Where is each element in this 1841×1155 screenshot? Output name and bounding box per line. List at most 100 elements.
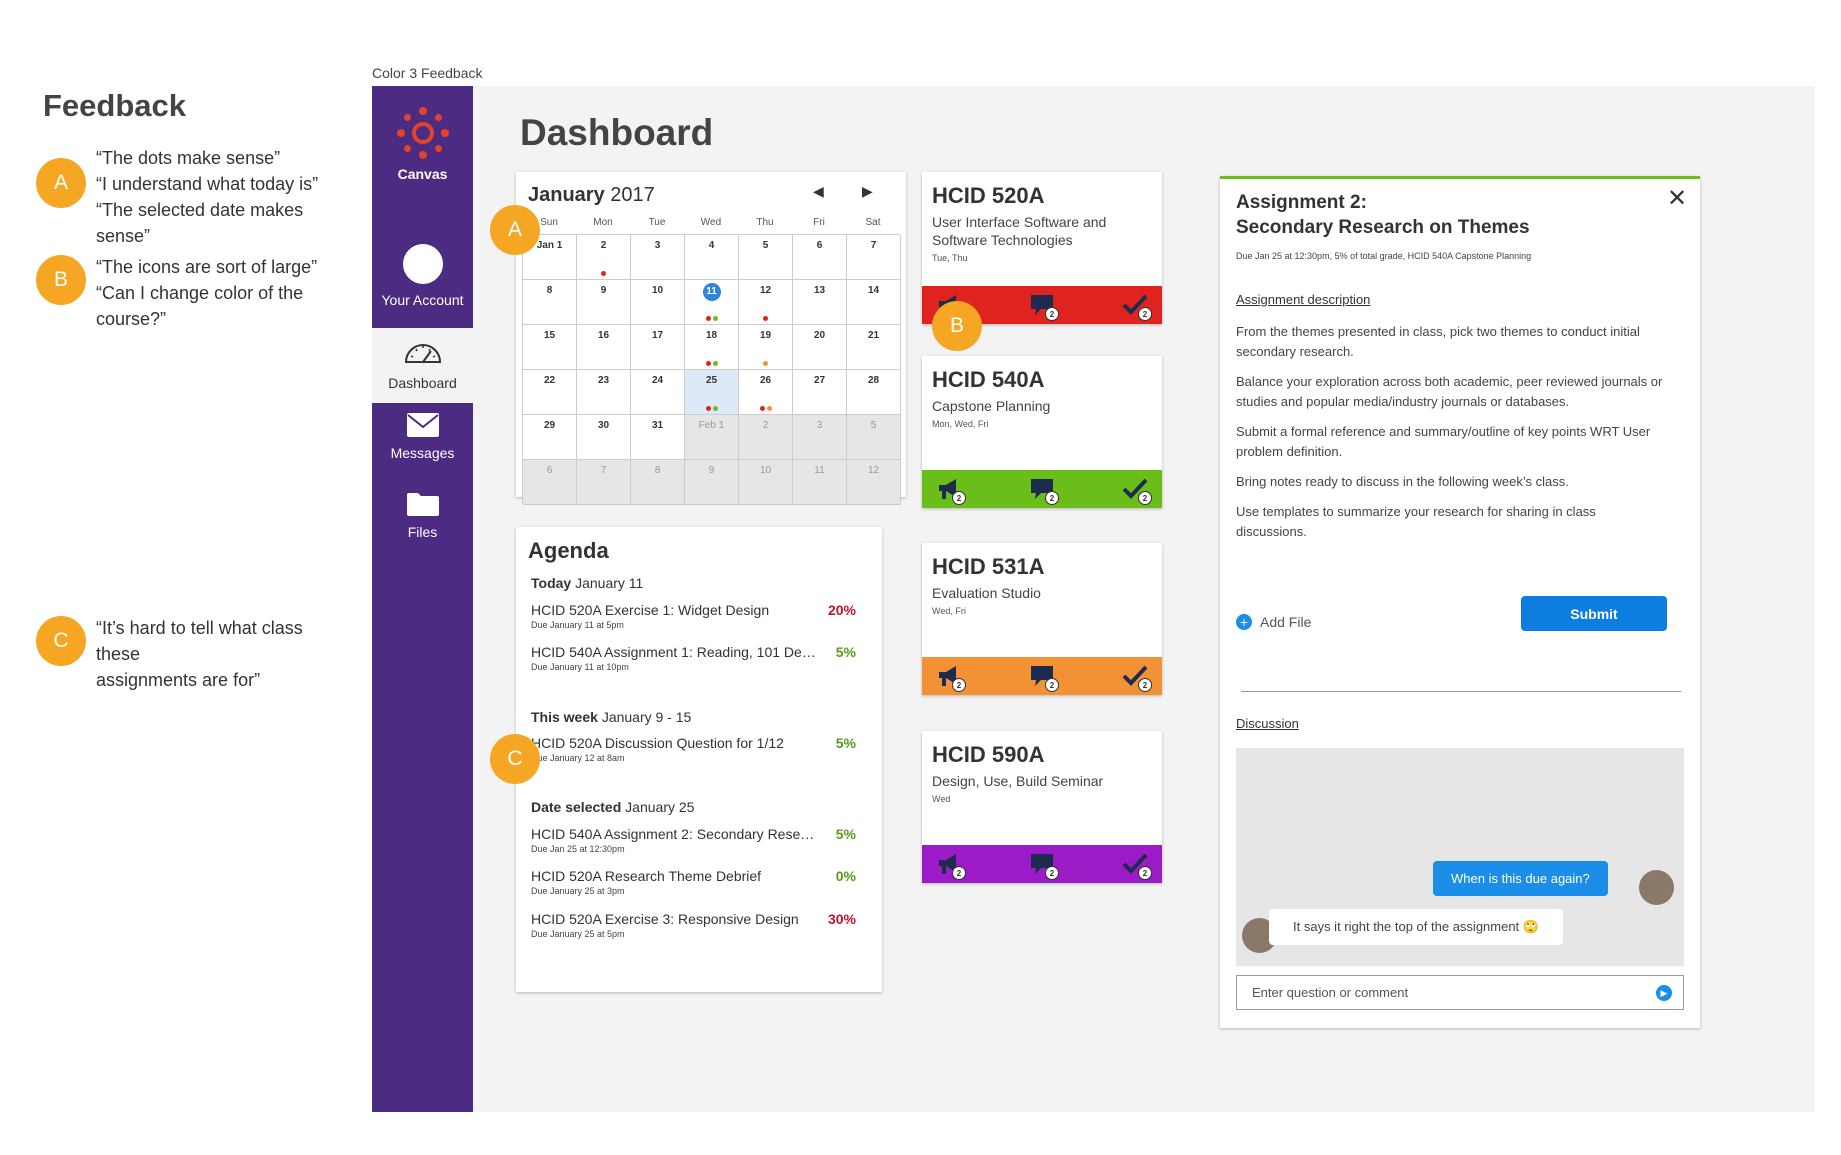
assignment-description: From the themes presented in class, pick…: [1236, 324, 1663, 539]
canvas-logo-label: Canvas: [397, 166, 448, 182]
event-dot: [763, 316, 768, 321]
course-code: HCID 531A: [932, 554, 1045, 579]
calendar-day[interactable]: Feb 1: [685, 415, 739, 460]
event-dot: [705, 316, 711, 321]
avatar-icon: [402, 244, 443, 284]
event-dot: [705, 361, 711, 366]
assignment-check-icon[interactable]: 2: [1122, 663, 1152, 692]
announcement-icon[interactable]: 2: [936, 476, 966, 505]
calendar-day[interactable]: 3: [631, 235, 685, 280]
assignment-check-icon[interactable]: 2: [1122, 292, 1152, 321]
event-dot: [759, 406, 765, 411]
discussion-icon[interactable]: 2: [1029, 663, 1059, 692]
agenda-item[interactable]: HCID 540A Assignment 1: Reading, 101 Des…: [531, 644, 856, 672]
calendar-day[interactable]: 16: [577, 325, 631, 370]
assignment-check-icon[interactable]: 2: [1122, 851, 1152, 880]
event-dot: [601, 271, 606, 276]
comment-input[interactable]: Enter question or comment: [1236, 975, 1684, 1010]
calendar-day[interactable]: 21: [847, 325, 901, 370]
weekday-label: Thu: [756, 217, 774, 228]
calendar-day[interactable]: 30: [577, 415, 631, 460]
agenda-item[interactable]: HCID 520A Research Theme Debrief Due Jan…: [531, 868, 856, 896]
sidebar-item-files[interactable]: Files: [372, 491, 473, 540]
agenda-section-today: Today January 11: [531, 575, 644, 591]
calendar-day[interactable]: 7: [847, 235, 901, 280]
assignment-meta: Due Jan 25 at 12:30pm, 5% of total grade…: [1236, 251, 1532, 261]
discussion-icon[interactable]: 2: [1029, 292, 1059, 321]
agenda-item[interactable]: HCID 540A Assignment 2: Secondary Resear…: [531, 826, 856, 854]
calendar-day[interactable]: 11: [685, 280, 739, 325]
course-code: HCID 590A: [932, 742, 1045, 767]
calendar-day[interactable]: 15: [523, 325, 577, 370]
calendar-day[interactable]: 27: [793, 370, 847, 415]
frame-label: Color 3 Feedback: [372, 65, 483, 81]
calendar-day[interactable]: 22: [523, 370, 577, 415]
calendar-day[interactable]: 19: [739, 325, 793, 370]
calendar-day[interactable]: 2: [739, 415, 793, 460]
agenda-item[interactable]: HCID 520A Discussion Question for 1/12 D…: [531, 735, 856, 763]
calendar-day[interactable]: 8: [523, 280, 577, 325]
sidebar-item-label: Your Account: [381, 292, 464, 308]
prev-month-button[interactable]: ◀: [813, 183, 824, 200]
sidebar-item-label: Files: [407, 524, 438, 540]
agenda-item[interactable]: HCID 520A Exercise 1: Widget Design Due …: [531, 602, 856, 630]
calendar-day[interactable]: 23: [577, 370, 631, 415]
weekday-label: Fri: [813, 217, 825, 228]
calendar-day[interactable]: 6: [793, 235, 847, 280]
course-action-bar: 2 2 2: [922, 470, 1162, 508]
calendar-day[interactable]: 14: [847, 280, 901, 325]
sidebar-item-messages[interactable]: Messages: [372, 412, 473, 461]
calendar-day[interactable]: 7: [577, 460, 631, 505]
submit-button[interactable]: Submit: [1521, 596, 1667, 631]
calendar-day[interactable]: 20: [793, 325, 847, 370]
discussion-icon[interactable]: 2: [1029, 476, 1059, 505]
announcement-icon[interactable]: 2: [936, 851, 966, 880]
course-card-590a[interactable]: HCID 590A Design, Use, Build Seminar Wed …: [922, 731, 1162, 883]
send-icon[interactable]: ▶: [1656, 985, 1672, 1001]
calendar-day[interactable]: 10: [739, 460, 793, 505]
calendar-day[interactable]: 12: [739, 280, 793, 325]
calendar-day[interactable]: 8: [631, 460, 685, 505]
event-dot: [712, 316, 718, 321]
announcement-icon[interactable]: 2: [936, 663, 966, 692]
calendar-day[interactable]: 10: [631, 280, 685, 325]
calendar-day[interactable]: 5: [847, 415, 901, 460]
add-file-button[interactable]: + Add File: [1236, 614, 1311, 630]
sidebar-item-dashboard[interactable]: Dashboard: [372, 328, 473, 403]
calendar-day[interactable]: 2: [577, 235, 631, 280]
calendar-day[interactable]: 29: [523, 415, 577, 460]
calendar-day[interactable]: 11: [793, 460, 847, 505]
assignment-check-icon[interactable]: 2: [1122, 476, 1152, 505]
agenda-item[interactable]: HCID 520A Exercise 3: Responsive Design …: [531, 911, 856, 939]
envelope-icon: [406, 413, 439, 437]
chat-message-other: It says it right the top of the assignme…: [1269, 909, 1563, 945]
agenda-card: Agenda Today January 11 HCID 520A Exerci…: [516, 527, 882, 992]
folder-icon: [406, 493, 439, 516]
calendar-day[interactable]: 13: [793, 280, 847, 325]
calendar-day[interactable]: 9: [685, 460, 739, 505]
calendar-day[interactable]: 4: [685, 235, 739, 280]
calendar-day[interactable]: 26: [739, 370, 793, 415]
calendar-day[interactable]: 5: [739, 235, 793, 280]
course-code: HCID 520A: [932, 183, 1045, 208]
calendar-day[interactable]: 24: [631, 370, 685, 415]
calendar-day[interactable]: 18: [685, 325, 739, 370]
course-card-531a[interactable]: HCID 531A Evaluation Studio Wed, Fri 2 2 …: [922, 543, 1162, 695]
calendar-day[interactable]: 31: [631, 415, 685, 460]
course-card-540a[interactable]: HCID 540A Capstone Planning Mon, Wed, Fri…: [922, 356, 1162, 508]
next-month-button[interactable]: ▶: [862, 183, 873, 200]
feedback-quote-a: “The dots make sense” “I understand what…: [96, 148, 319, 246]
calendar-day[interactable]: 12: [847, 460, 901, 505]
close-icon[interactable]: ✕: [1667, 184, 1687, 213]
discussion-icon[interactable]: 2: [1029, 851, 1059, 880]
calendar-day[interactable]: 9: [577, 280, 631, 325]
calendar-day[interactable]: 6: [523, 460, 577, 505]
weekday-label: Sat: [865, 217, 881, 228]
canvas-logo[interactable]: Canvas: [372, 106, 473, 182]
feedback-badge-c: C: [36, 616, 86, 666]
sidebar-item-account[interactable]: Your Account: [372, 244, 473, 308]
calendar-day[interactable]: 17: [631, 325, 685, 370]
calendar-day[interactable]: 25: [685, 370, 739, 415]
calendar-day[interactable]: 3: [793, 415, 847, 460]
calendar-day[interactable]: 28: [847, 370, 901, 415]
